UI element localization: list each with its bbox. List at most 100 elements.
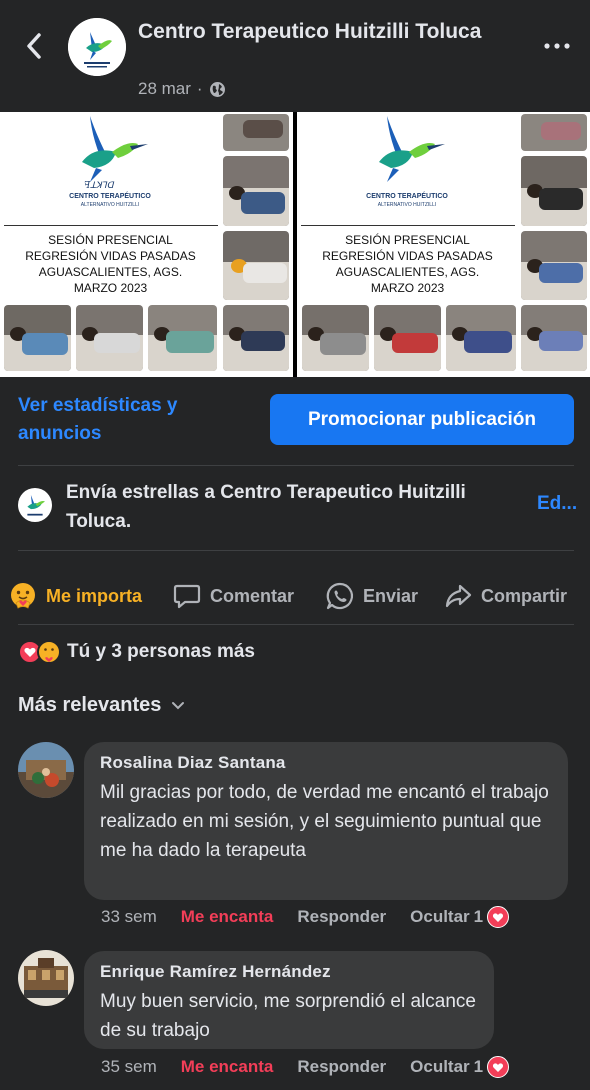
session-photo-thumb xyxy=(521,231,587,300)
hummingbird-logo: ꟻꓕꓘꓶꓷ xyxy=(82,116,148,191)
hummingbird-logo xyxy=(68,18,126,76)
comment-time[interactable]: 33 sem xyxy=(101,907,157,927)
session-photo-thumb xyxy=(521,305,587,371)
more-options-button[interactable] xyxy=(540,34,574,58)
flyer-session-text: SESIÓN PRESENCIAL REGRESIÓN VIDAS PASADA… xyxy=(305,232,510,296)
session-photo-thumb xyxy=(223,156,289,226)
comment-text: Muy buen servicio, me sorprendió el alca… xyxy=(100,991,476,1041)
svg-text:ꟻꓕꓘꓶꓷ: ꟻꓕꓘꓶꓷ xyxy=(84,181,115,191)
session-photo-thumb xyxy=(223,305,289,371)
session-photo-thumb xyxy=(223,231,289,300)
love-reaction-icon xyxy=(487,1056,510,1078)
session-photo-thumb xyxy=(4,305,71,371)
reaction-count-value: 1 xyxy=(473,1057,484,1076)
globe-icon[interactable] xyxy=(209,81,226,98)
flyer-divider xyxy=(301,225,515,226)
love-reaction-button[interactable]: Me encanta xyxy=(181,907,274,927)
comment-time[interactable]: 35 sem xyxy=(101,1057,157,1077)
reactions-summary-text: Tú y 3 personas más xyxy=(67,641,255,662)
commenter-avatar[interactable] xyxy=(18,950,74,1006)
post-header: Centro Terapeutico Huitzilli Toluca 28 m… xyxy=(0,0,590,112)
flyer-brand-line2: ALTERNATIVO HUITZILLI xyxy=(377,202,437,208)
session-photo-thumb xyxy=(446,305,516,371)
commenter-avatar[interactable] xyxy=(18,742,74,798)
comment-action-label: Comentar xyxy=(210,585,295,606)
session-photo-thumb xyxy=(521,114,587,151)
post-photos: ꟻꓕꓘꓶꓷ CENTRO TERAPÉUTICO ALTERNATIVO HUI… xyxy=(0,112,590,377)
send-action-button[interactable]: Enviar xyxy=(325,575,418,617)
sort-label: Más relevantes xyxy=(18,694,162,716)
flyer-line-2: REGRESIÓN VIDAS PASADAS xyxy=(322,249,493,263)
post-photo-2[interactable]: CENTRO TERAPÉUTICO ALTERNATIVO HUITZILLI… xyxy=(297,112,590,377)
edit-stars-link[interactable]: Ed... xyxy=(537,493,590,515)
comment-icon xyxy=(173,584,201,609)
chevron-down-icon xyxy=(172,701,185,709)
comment-meta: 33 sem Me encanta Responder Ocultar 1 xyxy=(101,906,510,928)
reaction-count-value: 1 xyxy=(473,907,484,926)
flyer-line-1: SESIÓN PRESENCIAL xyxy=(48,233,173,247)
comment-author[interactable]: Enrique Ramírez Hernández xyxy=(100,961,478,983)
care-action-label: Me importa xyxy=(46,585,143,606)
comment-meta: 35 sem Me encanta Responder Ocultar 1 xyxy=(101,1056,510,1078)
post-actions-bar: Me importa Comentar Enviar Compartir xyxy=(0,575,590,617)
flyer-brand-line1: CENTRO TERAPÉUTICO xyxy=(366,193,448,200)
care-action-button[interactable]: Me importa xyxy=(8,575,142,617)
session-photo-thumb xyxy=(374,305,441,371)
flyer-divider xyxy=(4,225,218,226)
back-button[interactable] xyxy=(18,30,50,62)
commenter-avatar-image xyxy=(18,950,74,1006)
session-photo-thumb xyxy=(302,305,369,371)
page-name[interactable]: Centro Terapeutico Huitzilli Toluca xyxy=(138,18,498,46)
divider xyxy=(18,550,574,551)
comment-bubble[interactable]: Enrique Ramírez Hernández Muy buen servi… xyxy=(84,951,494,1049)
comment-bubble[interactable]: Rosalina Diaz Santana Mil gracias por to… xyxy=(84,742,568,900)
flyer-brand-line1: CENTRO TERAPÉUTICO xyxy=(69,193,151,200)
reply-button[interactable]: Responder xyxy=(297,1057,386,1077)
flyer-line-3: AGUASCALIENTES, AGS. xyxy=(335,265,480,279)
stars-page-avatar xyxy=(18,488,52,522)
comment-author[interactable]: Rosalina Diaz Santana xyxy=(100,752,552,774)
flyer-line-4: MARZO 2023 xyxy=(73,281,148,295)
care-reaction-icon xyxy=(37,640,61,664)
session-photo-thumb xyxy=(223,114,289,151)
more-horizontal-icon xyxy=(544,43,570,49)
comment-reaction-count[interactable]: 1 xyxy=(473,906,510,928)
hummingbird-logo xyxy=(379,116,445,182)
post-date[interactable]: 28 mar xyxy=(138,79,191,99)
love-reaction-icon xyxy=(487,906,510,928)
share-action-button[interactable]: Compartir xyxy=(443,575,567,617)
promote-post-button[interactable]: Promocionar publicación xyxy=(270,394,574,445)
comment-sort-dropdown[interactable]: Más relevantes xyxy=(18,694,185,717)
flyer-line-2: REGRESIÓN VIDAS PASADAS xyxy=(25,249,196,263)
whatsapp-icon xyxy=(326,582,354,610)
post-photo-1[interactable]: ꟻꓕꓘꓶꓷ CENTRO TERAPÉUTICO ALTERNATIVO HUI… xyxy=(0,112,293,377)
flyer-brand-line2: ALTERNATIVO HUITZILLI xyxy=(80,202,140,208)
session-photo-thumb xyxy=(148,305,217,371)
send-action-label: Enviar xyxy=(363,585,419,606)
share-icon xyxy=(445,584,472,608)
session-photo-thumb xyxy=(521,156,587,226)
care-reaction-icon xyxy=(11,583,35,609)
love-reaction-button[interactable]: Me encanta xyxy=(181,1057,274,1077)
flyer-line-1: SESIÓN PRESENCIAL xyxy=(345,233,470,247)
chevron-left-icon xyxy=(27,33,41,59)
view-stats-link[interactable]: Ver estadísticas y anuncios xyxy=(18,392,248,448)
send-stars-text[interactable]: Envía estrellas a Centro Terapeutico Hui… xyxy=(66,478,506,536)
hummingbird-logo xyxy=(27,495,45,516)
flyer-brand: CENTRO TERAPÉUTICO ALTERNATIVO HUITZILLI xyxy=(40,192,180,210)
comment-reaction-count[interactable]: 1 xyxy=(473,1056,510,1078)
session-photo-thumb xyxy=(76,305,143,371)
commenter-avatar-image xyxy=(18,742,74,798)
comment-action-button[interactable]: Comentar xyxy=(172,575,294,617)
flyer-session-text: SESIÓN PRESENCIAL REGRESIÓN VIDAS PASADA… xyxy=(8,232,213,296)
page-avatar[interactable] xyxy=(68,18,126,76)
hide-button[interactable]: Ocultar xyxy=(410,907,470,927)
share-action-label: Compartir xyxy=(481,585,568,606)
reactions-summary[interactable]: Tú y 3 personas más xyxy=(18,640,255,664)
hide-button[interactable]: Ocultar xyxy=(410,1057,470,1077)
divider xyxy=(18,465,574,466)
reaction-bubbles xyxy=(18,640,61,664)
flyer-line-4: MARZO 2023 xyxy=(370,281,445,295)
meta-separator: · xyxy=(196,79,203,98)
reply-button[interactable]: Responder xyxy=(297,907,386,927)
